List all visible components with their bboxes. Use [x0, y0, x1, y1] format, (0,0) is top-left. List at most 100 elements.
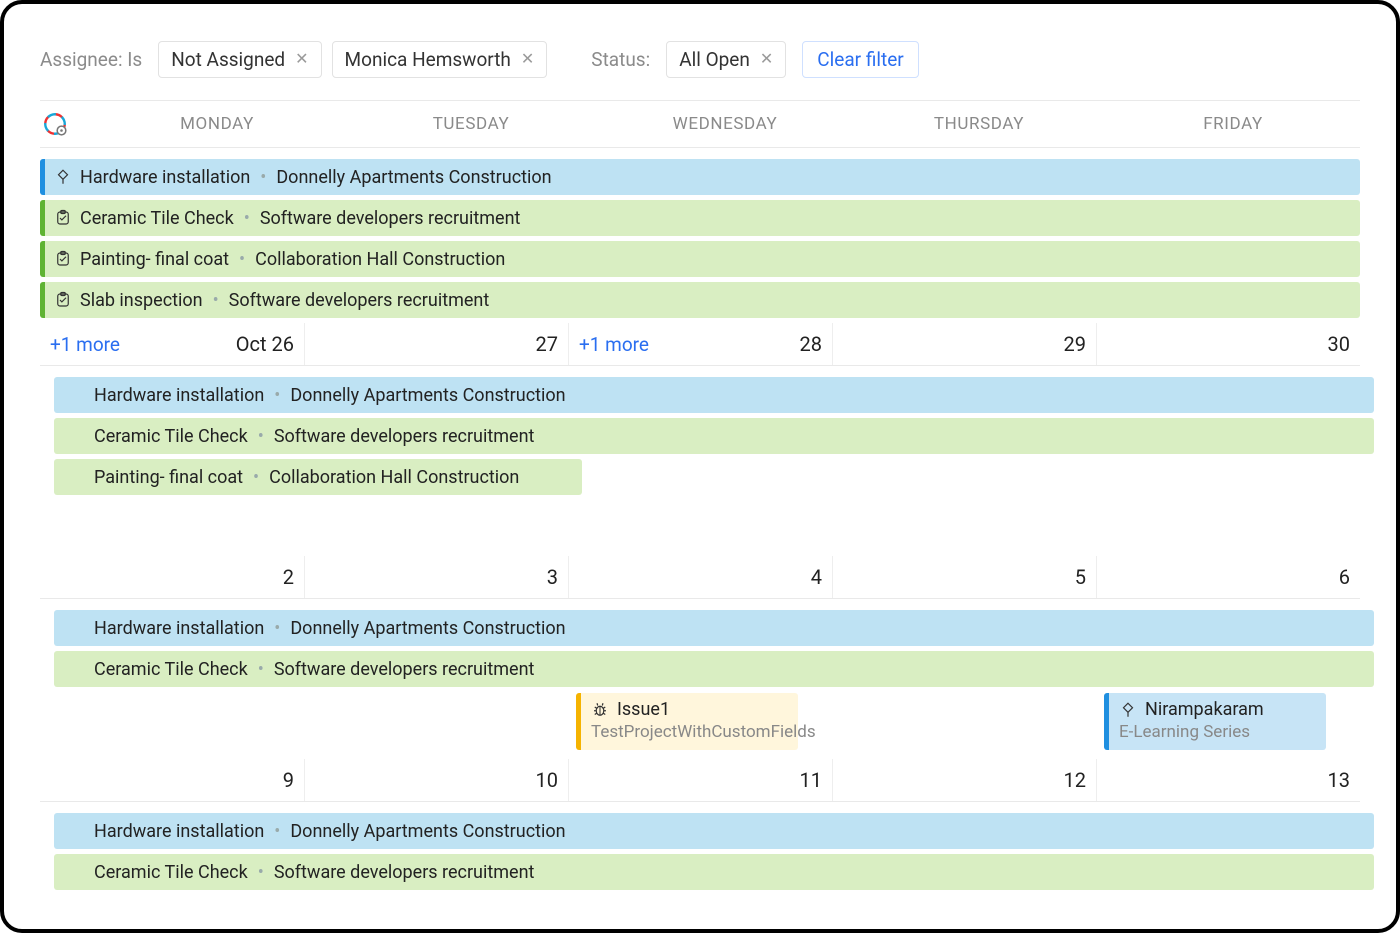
- calendar-date-cell[interactable]: 12: [832, 759, 1096, 801]
- date-number: 12: [1064, 768, 1086, 792]
- event-project: Software developers recruitment: [274, 659, 535, 680]
- status-chip-label: All Open: [679, 48, 750, 71]
- separator-dot: •: [256, 426, 266, 447]
- status-chip[interactable]: All Open ✕: [666, 41, 786, 78]
- event-title: Slab inspection: [80, 290, 203, 311]
- event-title: Hardware installation: [94, 618, 264, 639]
- accent-stripe: [40, 159, 45, 195]
- accent-stripe: [40, 241, 45, 277]
- assignee-chip[interactable]: Monica Hemsworth ✕: [332, 41, 548, 78]
- event-title: Ceramic Tile Check: [94, 426, 248, 447]
- calendar-event-bar[interactable]: Painting- final coat • Collaboration Hall …: [54, 459, 582, 495]
- calendar-date-cell[interactable]: 6: [1096, 556, 1360, 598]
- calendar-event-bar[interactable]: Ceramic Tile Check•Software developers r…: [40, 200, 1360, 236]
- separator-dot: •: [272, 385, 282, 406]
- day-header: WEDNESDAY: [598, 114, 852, 134]
- event-project: Donnelly Apartments Construction: [290, 385, 565, 406]
- calendar-date-cell[interactable]: 2: [40, 556, 304, 598]
- date-number: 13: [1328, 768, 1350, 792]
- calendar-date-cell[interactable]: 30: [1096, 323, 1360, 365]
- date-number: 5: [1075, 565, 1086, 589]
- card-subtitle: TestProjectWithCustomFields: [591, 722, 786, 742]
- calendar-event-bar[interactable]: Hardware installation•Donnelly Apartment…: [40, 159, 1360, 195]
- calendar-date-cell[interactable]: 5: [832, 556, 1096, 598]
- milestone-icon: [54, 168, 72, 186]
- assignee-filter-label: Assignee: Is: [40, 48, 142, 71]
- task-icon: [54, 291, 72, 309]
- date-number: 6: [1339, 565, 1350, 589]
- card-title: Nirampakaram: [1145, 699, 1264, 720]
- event-project: Software developers recruitment: [260, 208, 521, 229]
- separator-dot: •: [251, 467, 261, 488]
- assignee-chip-label: Not Assigned: [171, 48, 285, 71]
- date-number: 4: [811, 565, 822, 589]
- date-number: 2: [283, 565, 294, 589]
- event-project: Collaboration Hall Construction: [269, 467, 519, 488]
- calendar-date-cell[interactable]: 13: [1096, 759, 1360, 801]
- assignee-chip-label: Monica Hemsworth: [345, 48, 511, 71]
- calendar-date-cell[interactable]: +1 more 28: [568, 323, 832, 365]
- separator-dot: •: [272, 821, 282, 842]
- date-number: 27: [536, 332, 558, 356]
- calendar-event-bar[interactable]: Hardware installation•Donnelly Apartment…: [54, 377, 1374, 413]
- calendar-date-cell[interactable]: 10: [304, 759, 568, 801]
- date-number: 9: [283, 768, 294, 792]
- calendar-event-bar[interactable]: Painting- final coat•Collaboration Hall …: [40, 241, 1360, 277]
- calendar-date-cell[interactable]: 4: [568, 556, 832, 598]
- accent-stripe: [40, 282, 45, 318]
- date-number: 11: [800, 768, 822, 792]
- calendar-event-card[interactable]: Issue1TestProjectWithCustomFields: [576, 693, 798, 750]
- calendar-event-bar[interactable]: Hardware installation•Donnelly Apartment…: [54, 610, 1374, 646]
- separator-dot: •: [256, 862, 266, 883]
- close-icon[interactable]: ✕: [295, 51, 308, 67]
- separator-dot: •: [242, 208, 252, 229]
- calendar-date-cell[interactable]: 3: [304, 556, 568, 598]
- close-icon[interactable]: ✕: [760, 51, 773, 67]
- event-project: Software developers recruitment: [274, 426, 535, 447]
- more-events-link[interactable]: +1 more: [50, 333, 120, 356]
- event-title: Painting- final coat: [94, 467, 243, 488]
- day-header: FRIDAY: [1106, 114, 1360, 134]
- task-icon: [54, 209, 72, 227]
- calendar-date-cell[interactable]: 29: [832, 323, 1096, 365]
- day-header: TUESDAY: [344, 114, 598, 134]
- calendar-event-bar[interactable]: Ceramic Tile Check • Software developers r…: [54, 418, 1374, 454]
- calendar-settings-button[interactable]: [40, 111, 90, 137]
- separator-dot: •: [237, 249, 247, 270]
- calendar-event-bar[interactable]: Hardware installation•Donnelly Apartment…: [54, 813, 1374, 849]
- event-title: Hardware installation: [80, 167, 250, 188]
- event-project: Collaboration Hall Construction: [255, 249, 505, 270]
- calendar-event-bar[interactable]: Slab inspection•Software developers recr…: [40, 282, 1360, 318]
- close-icon[interactable]: ✕: [521, 51, 534, 67]
- task-icon: [54, 250, 72, 268]
- event-project: Donnelly Apartments Construction: [276, 167, 551, 188]
- card-title: Issue1: [617, 699, 670, 720]
- calendar-date-cell[interactable]: 11: [568, 759, 832, 801]
- date-number: 28: [800, 332, 822, 356]
- calendar-event-card[interactable]: NirampakaramE-Learning Series: [1104, 693, 1326, 750]
- event-project: Software developers recruitment: [229, 290, 490, 311]
- date-number: 29: [1064, 332, 1086, 356]
- event-project: Software developers recruitment: [274, 862, 535, 883]
- milestone-icon: [1119, 701, 1137, 719]
- date-number: 3: [547, 565, 558, 589]
- day-header: THURSDAY: [852, 114, 1106, 134]
- calendar-body: Hardware installation • Donnelly Apartment…: [40, 148, 1360, 890]
- clear-filter-button[interactable]: Clear filter: [802, 41, 918, 78]
- event-project: Donnelly Apartments Construction: [290, 618, 565, 639]
- date-number: 10: [536, 768, 558, 792]
- calendar-date-cell[interactable]: 9: [40, 759, 304, 801]
- accent-stripe: [40, 200, 45, 236]
- separator-dot: •: [256, 659, 266, 680]
- filter-bar: Assignee: Is Not Assigned✕Monica Hemswor…: [40, 32, 1360, 86]
- assignee-chip[interactable]: Not Assigned ✕: [158, 41, 321, 78]
- calendar-date-cell[interactable]: 27: [304, 323, 568, 365]
- calendar-date-cell[interactable]: +1 more Oct 26: [40, 323, 304, 365]
- status-filter-label: Status:: [591, 48, 650, 71]
- date-number: Oct 26: [236, 332, 294, 356]
- calendar-event-bar[interactable]: Ceramic Tile Check•Software developers r…: [54, 651, 1374, 687]
- more-events-link[interactable]: +1 more: [579, 333, 649, 356]
- calendar-event-bar[interactable]: Ceramic Tile Check•Software developers r…: [54, 854, 1374, 890]
- date-number: 30: [1328, 332, 1350, 356]
- day-header: MONDAY: [90, 114, 344, 134]
